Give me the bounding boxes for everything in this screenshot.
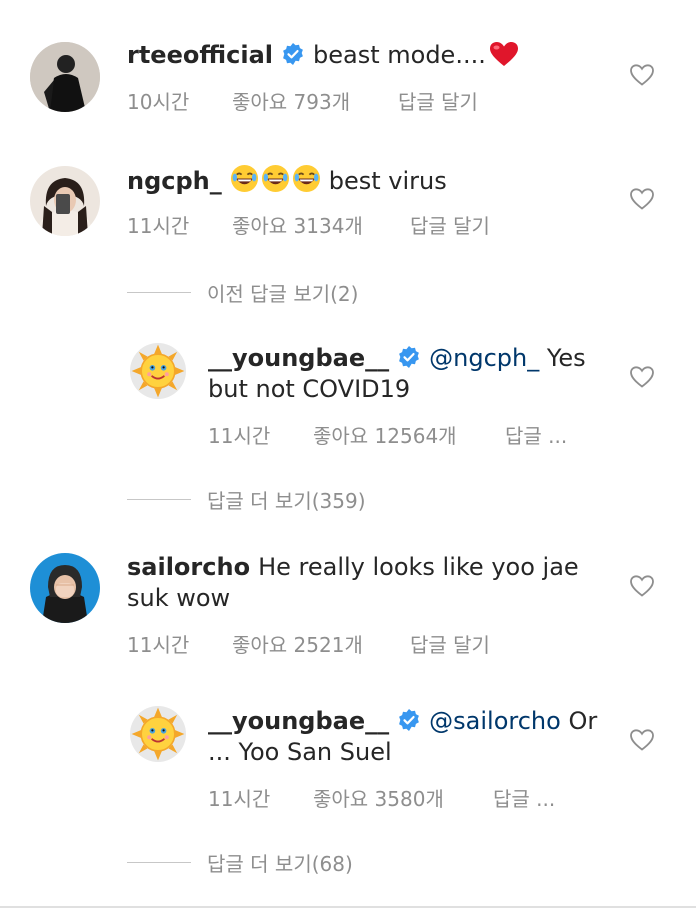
avatar[interactable]: [30, 42, 100, 112]
bottom-divider: [0, 906, 696, 908]
reply-button[interactable]: 답글 달기: [410, 629, 490, 658]
heart-icon[interactable]: [629, 727, 655, 753]
view-previous-replies[interactable]: 이전 답글 보기(2): [127, 278, 358, 307]
divider: [127, 292, 191, 293]
reply-meta: 11시간 좋아요 12564개 답글 ...: [208, 420, 567, 449]
reply-time[interactable]: 11시간: [208, 420, 313, 449]
reply-button[interactable]: 답글 ...: [505, 420, 567, 449]
verified-badge-icon: [397, 345, 421, 369]
view-more-replies-label[interactable]: 답글 더 보기(68): [207, 848, 353, 877]
red-heart-icon: [489, 41, 519, 75]
comment-time[interactable]: 11시간: [127, 629, 232, 658]
reply-text: __youngbae__ @ngcph_ Yes but not COVID19: [208, 343, 608, 405]
comment-text: ngcph_ best virus: [127, 164, 447, 197]
view-more-replies[interactable]: 답글 더 보기(359): [127, 485, 366, 514]
comment-meta: 11시간 좋아요 2521개 답글 달기: [127, 629, 490, 658]
view-more-replies-label[interactable]: 답글 더 보기(359): [207, 485, 366, 514]
reply-meta: 11시간 좋아요 3580개 답글 ...: [208, 783, 555, 812]
username[interactable]: __youngbae__: [208, 707, 389, 735]
comment-meta: 10시간 좋아요 793개 답글 달기: [127, 86, 478, 115]
username[interactable]: __youngbae__: [208, 344, 389, 372]
reply-button[interactable]: 답글 달기: [398, 86, 478, 115]
divider: [127, 862, 191, 863]
username[interactable]: rteeofficial: [127, 41, 273, 69]
divider: [127, 499, 191, 500]
mention-link[interactable]: @ngcph_: [429, 344, 539, 372]
verified-badge-icon: [281, 42, 305, 66]
comment-body-line2: suk wow: [127, 584, 231, 612]
comment-text: rteeofficial beast mode....: [127, 40, 519, 75]
like-count[interactable]: 좋아요 3134개: [232, 210, 410, 239]
comment-body: beast mode....: [313, 41, 486, 69]
like-count[interactable]: 좋아요 12564개: [313, 420, 505, 449]
reply-body-line1: Or: [568, 707, 598, 735]
view-previous-replies-label[interactable]: 이전 답글 보기(2): [207, 278, 358, 307]
comment-text: sailorcho He really looks like yoo jae suk…: [127, 552, 607, 614]
view-more-replies[interactable]: 답글 더 보기(68): [127, 848, 353, 877]
comment-body-line1: He really looks like yoo jae: [258, 553, 579, 581]
heart-icon[interactable]: [629, 573, 655, 599]
comment-meta: 11시간 좋아요 3134개 답글 달기: [127, 210, 490, 239]
avatar[interactable]: [30, 166, 100, 236]
comment-time[interactable]: 11시간: [127, 210, 232, 239]
reply-button[interactable]: 답글 ...: [493, 783, 555, 812]
reply-button[interactable]: 답글 달기: [410, 210, 490, 239]
avatar[interactable]: [130, 343, 186, 399]
reply-body-line2: ... Yoo San Suel: [208, 738, 392, 766]
mention-link[interactable]: @sailorcho: [429, 707, 561, 735]
avatar[interactable]: [30, 553, 100, 623]
heart-icon[interactable]: [629, 364, 655, 390]
username[interactable]: sailorcho: [127, 553, 250, 581]
reply-time[interactable]: 11시간: [208, 783, 313, 812]
comment-body: best virus: [328, 167, 447, 195]
heart-icon[interactable]: [629, 62, 655, 88]
reply-text: __youngbae__ @sailorcho Or ... Yoo San Sue…: [208, 706, 618, 768]
reply-body-line1: Yes: [546, 344, 586, 372]
avatar[interactable]: [130, 706, 186, 762]
like-count[interactable]: 좋아요 2521개: [232, 629, 410, 658]
like-count[interactable]: 좋아요 3580개: [313, 783, 493, 812]
verified-badge-icon: [397, 708, 421, 732]
heart-icon[interactable]: [629, 186, 655, 212]
username[interactable]: ngcph_: [127, 167, 222, 195]
reply-body-line2: but not COVID19: [208, 375, 411, 403]
like-count[interactable]: 좋아요 793개: [232, 86, 398, 115]
laughing-emoji-icon: [230, 164, 321, 193]
comment-time[interactable]: 10시간: [127, 86, 232, 115]
